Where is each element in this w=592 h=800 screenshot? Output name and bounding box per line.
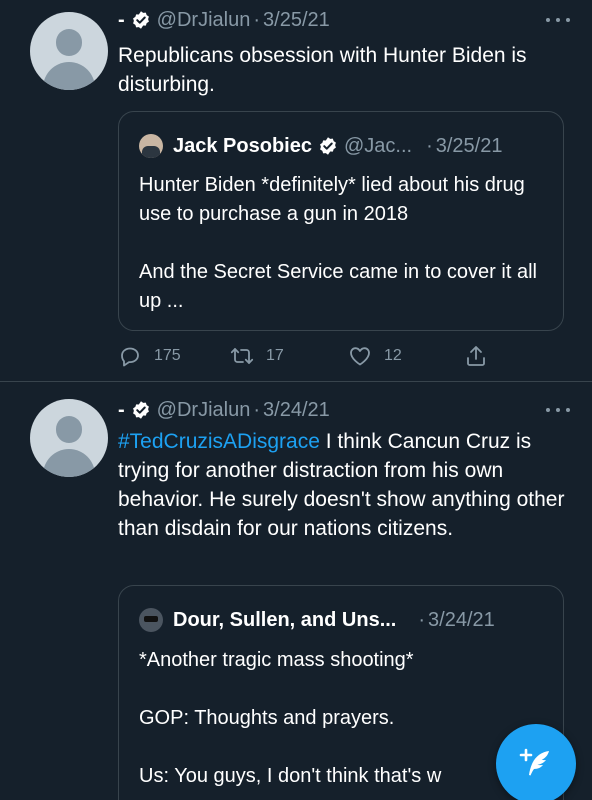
heart-icon: [350, 347, 370, 366]
quoted-tweet-header: Jack Posobiec @Jac... · 3/25/21: [139, 131, 549, 161]
share-button[interactable]: [464, 344, 488, 368]
quoted-tweet-header: Dour, Sullen, and Uns... · 3/24/21: [139, 605, 549, 635]
quoted-tweet[interactable]: Jack Posobiec @Jac... · 3/25/21 Hunter B…: [118, 111, 564, 331]
separator-dot: ·: [418, 608, 426, 631]
author-handle[interactable]: @DrJialun: [157, 399, 251, 422]
retweet-count: 17: [266, 347, 284, 364]
quoted-tweet-body: *Another tragic mass shooting* GOP: Thou…: [139, 649, 442, 787]
quoted-avatar: [139, 608, 163, 632]
tweet[interactable]: - @DrJialun · 3/25/21 Republicans obsess…: [0, 0, 592, 382]
quoted-tweet-date: 3/25/21: [435, 134, 503, 157]
author-name[interactable]: -: [118, 399, 125, 422]
reply-button[interactable]: 175: [118, 344, 181, 368]
quoted-tweet-text: *Another tragic mass shooting* GOP: Thou…: [139, 646, 549, 791]
author-handle[interactable]: @DrJialun: [157, 9, 251, 32]
tweet-header: - @DrJialun · 3/24/21: [118, 395, 330, 425]
more-options-icon[interactable]: [546, 15, 570, 25]
tweet-date[interactable]: 3/25/21: [263, 9, 330, 32]
quoted-avatar: [139, 134, 163, 158]
avatar[interactable]: [30, 399, 108, 477]
compose-tweet-icon: [519, 748, 549, 776]
quoted-tweet-date: 3/24/21: [428, 608, 495, 631]
tweet-text: Republicans obsession with Hunter Biden …: [118, 44, 527, 96]
separator-dot: ·: [426, 134, 433, 157]
quoted-tweet-body: Hunter Biden *definitely* lied about his…: [139, 174, 537, 312]
retweet-button[interactable]: 17: [230, 344, 284, 368]
hashtag-link[interactable]: #TedCruzisADisgrace: [118, 430, 320, 453]
verified-badge-icon: [132, 401, 149, 419]
author-name[interactable]: -: [118, 9, 125, 32]
reply-icon: [121, 347, 139, 367]
tweet-header: - @DrJialun · 3/25/21: [118, 5, 330, 35]
retweet-icon: [230, 348, 254, 364]
like-button[interactable]: 12: [348, 344, 402, 368]
verified-badge-icon: [132, 11, 149, 29]
separator-dot: ·: [253, 398, 261, 421]
quoted-author-name: Jack Posobiec: [173, 134, 312, 157]
quoted-tweet-text: Hunter Biden *definitely* lied about his…: [139, 171, 549, 316]
tweet-date[interactable]: 3/24/21: [263, 399, 330, 422]
separator-dot: ·: [253, 8, 261, 31]
reply-count: 175: [154, 347, 181, 364]
more-options-icon[interactable]: [546, 405, 570, 415]
quoted-author-name: Dour, Sullen, and Uns...: [173, 608, 397, 631]
quoted-author-handle: @Jac...: [343, 134, 413, 157]
like-count: 12: [384, 347, 402, 364]
compose-tweet-button[interactable]: [496, 724, 576, 800]
share-icon: [467, 346, 485, 366]
tweet-text: #TedCruzisADisgrace I think Cancun Cruz …: [118, 427, 568, 543]
tweet[interactable]: - @DrJialun · 3/24/21 #TedCruzisADisgrac…: [0, 383, 592, 800]
avatar[interactable]: [30, 12, 108, 90]
verified-badge-icon: [320, 137, 336, 155]
tweet-actions: 175 17 12: [118, 344, 518, 368]
